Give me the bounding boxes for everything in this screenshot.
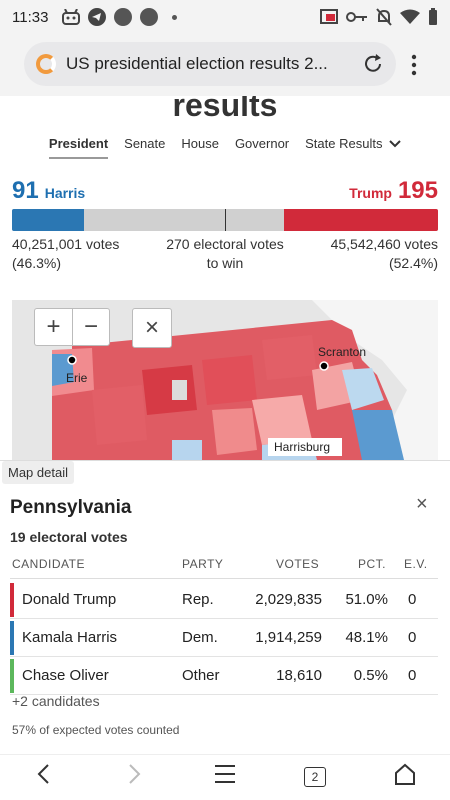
cast-icon [320,9,338,24]
candidate-name: Chase Oliver [22,667,109,684]
candidate-pct: 51.0% [345,591,388,608]
detail-close-button[interactable]: × [416,493,428,516]
state-electoral-votes: 19 electoral votes [10,529,128,545]
zoom-in-button[interactable]: + [34,308,72,346]
harris-name: Harris [44,185,86,201]
wifi-icon [400,9,420,24]
address-bar[interactable]: US presidential election results 2... [24,42,396,86]
trump-electoral-votes: 195 [397,177,438,204]
candidate-name: Donald Trump [22,591,117,608]
trump-tally: Trump 195 [349,177,438,205]
status-bar: 11:33 [0,0,450,34]
party-color-stripe [10,621,14,655]
candidate-votes: 2,029,835 [255,591,322,608]
key-icon [346,12,367,22]
kebab-menu-icon[interactable] [410,54,418,76]
map-detail-panel: Map detail Pennsylvania × 19 electoral v… [0,460,450,754]
menu-icon[interactable] [214,763,236,785]
trump-vote-count: 45,542,460 votes [330,236,438,252]
page-heading: results [172,96,278,123]
minus-icon: − [83,313,98,340]
win-threshold-marker [225,209,226,231]
candidate-name: Kamala Harris [22,629,118,646]
back-icon[interactable] [36,763,50,785]
candidate-pct: 48.1% [345,629,388,646]
tab-state-results-label: State Results [305,136,383,151]
col-candidate: CANDIDATE [12,557,85,571]
results-nav: President Senate House Governor State Re… [0,136,450,159]
chevron-down-icon [389,140,401,148]
page-content: results President Senate House Governor … [0,96,450,754]
circle-icon [114,8,133,26]
city-erie: Erie [66,371,88,385]
tab-senate[interactable]: Senate [124,136,165,159]
party-color-stripe [10,583,14,617]
candidate-votes: 18,610 [276,667,322,684]
table-row: Chase Oliver Other 18,610 0.5% 0 [10,657,438,695]
browser-toolbar: US presidential election results 2... [0,34,450,96]
candidate-ev: 0 [408,591,417,608]
system-icons [320,8,438,26]
table-row: Kamala Harris Dem. 1,914,259 48.1% 0 [10,619,438,657]
browser-nav-bar: 2 [0,754,450,800]
battery-icon [429,8,437,25]
bell-off-icon [376,8,392,26]
candidate-votes: 1,914,259 [255,629,322,646]
city-harrisburg: Harrisburg [274,440,330,454]
forward-icon[interactable] [128,763,142,785]
col-ev: E.V. [404,557,428,571]
map-close-button[interactable]: × [132,308,172,348]
robot-icon [62,9,81,25]
col-party: PARTY [182,557,224,571]
candidate-party: Other [182,667,220,684]
reload-icon[interactable] [362,53,384,75]
trump-bar-segment [284,209,438,231]
col-votes: VOTES [276,557,320,571]
harris-bar-segment [12,209,84,231]
tab-state-results[interactable]: State Results [305,136,401,159]
trump-popular-vote: 45,542,460 votes (52.4%) [331,235,438,273]
telegram-icon [88,8,107,26]
circle-icon [140,8,159,26]
dot-icon [172,14,178,20]
status-time: 11:33 [12,8,49,26]
url-text[interactable]: US presidential election results 2... [66,54,354,74]
more-candidates-link[interactable]: +2 candidates [12,693,100,709]
city-scranton: Scranton [318,345,366,359]
harris-electoral-votes: 91 [12,177,39,204]
candidate-ev: 0 [408,629,417,646]
trump-name: Trump [349,185,392,201]
tab-president[interactable]: President [48,136,109,159]
home-icon[interactable] [394,763,416,785]
state-name: Pennsylvania [10,497,132,518]
electoral-bar [12,209,438,231]
harris-tally: 91 Harris [12,177,85,205]
electoral-tally: 91 Harris Trump 195 [12,177,438,205]
plus-icon: + [46,313,61,340]
site-favicon-icon [36,54,56,74]
table-row: Donald Trump Rep. 2,029,835 51.0% 0 [10,581,438,619]
notification-icons [62,8,178,26]
tab-governor[interactable]: Governor [235,136,289,159]
map-detail-tag: Map detail [2,461,74,484]
tab-house[interactable]: House [181,136,219,159]
party-color-stripe [10,659,14,693]
tab-switcher-button[interactable]: 2 [304,767,326,787]
close-icon: × [144,314,159,341]
close-icon: × [416,493,428,515]
candidate-party: Dem. [182,629,218,646]
col-pct: PCT. [358,557,387,571]
candidate-party: Rep. [182,591,214,608]
candidate-pct: 0.5% [353,667,388,684]
candidate-ev: 0 [408,667,417,684]
trump-vote-pct: (52.4%) [388,255,438,271]
results-table-header: CANDIDATE PARTY VOTES PCT. E.V. [10,557,438,579]
votes-counted-note: 57% of expected votes counted [12,723,180,737]
zoom-out-button[interactable]: − [72,308,110,346]
popular-votes: 40,251,001 votes (46.3%) 270 electoral v… [12,235,438,275]
county-map[interactable]: Erie Scranton Harrisburg + − × [12,300,438,460]
